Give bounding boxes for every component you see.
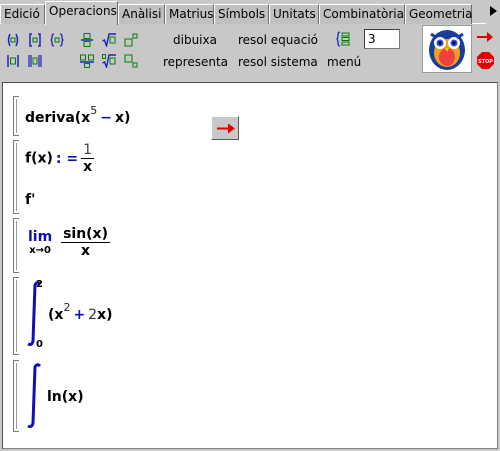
integral1-upper: 2	[36, 279, 43, 290]
integral1-coef: 2	[88, 307, 98, 323]
integral-sign-icon	[27, 363, 42, 429]
execute-arrow-icon	[217, 123, 235, 134]
parens-icon[interactable]	[6, 33, 20, 47]
resol-equacio-button[interactable]: resol equació	[238, 33, 318, 47]
worksheet-area: deriva(x5− x) f(x): = 1 x f' lim x→0 sin(x)…	[0, 78, 500, 451]
deriva-expression: deriva(x5− x)	[25, 104, 131, 126]
fdef-lhs: f(x)	[25, 150, 53, 167]
deriva-exponent: 5	[90, 104, 98, 117]
fdef-fraction: 1x	[81, 142, 95, 175]
integral-sign-icon	[27, 281, 42, 347]
block-bracket	[13, 360, 19, 432]
deriva-minus: −	[100, 110, 112, 126]
subscript-fraction-icon[interactable]	[80, 54, 94, 68]
sqrt-icon[interactable]	[102, 33, 116, 47]
tab-geometria[interactable]: Geometria	[405, 4, 472, 24]
representa-button[interactable]: representa	[163, 55, 228, 69]
svg-text:STOP: STOP	[478, 59, 493, 65]
fdef-assign: : =	[55, 150, 79, 167]
fdef-den: x	[83, 159, 93, 175]
tab-operacions[interactable]: Operacions	[45, 1, 118, 25]
toolbar: dibuixa resol equació representa resol s…	[0, 25, 500, 77]
brackets-icon[interactable]	[28, 33, 42, 47]
power-icon[interactable]	[124, 33, 138, 47]
deriva-tail: x)	[114, 110, 131, 126]
deriva-func: deriva	[25, 110, 75, 126]
fprime-expression: f'	[25, 192, 36, 208]
precision-input[interactable]: 3	[364, 29, 400, 49]
tab-scroll-right-icon[interactable]	[486, 0, 500, 24]
logo-owl-icon	[422, 25, 472, 73]
block-bracket	[13, 277, 19, 355]
expression-block-integral-definite[interactable]: 2 0 (x2 +2x)	[13, 277, 143, 355]
integral1-exponent: 2	[63, 301, 71, 314]
tab-simbols[interactable]: Símbols	[214, 4, 269, 24]
menu-button[interactable]: menú	[327, 55, 361, 69]
tab-bar: Edició Operacions Anàlisi Matrius Símbol…	[0, 0, 500, 25]
stop-icon[interactable]: STOP	[477, 52, 494, 69]
expression-block-function[interactable]: f(x): = 1 x f'	[13, 140, 133, 214]
fdef-expression: f(x): = 1 x	[25, 142, 95, 175]
expression-block-limit[interactable]: lim x→0 sin(x) x	[13, 218, 133, 273]
integral1-plus: +	[73, 307, 86, 323]
list-icon[interactable]	[336, 31, 352, 47]
tab-combinatoria[interactable]: Combinatòria	[319, 4, 405, 24]
dibuixa-button[interactable]: dibuixa	[173, 33, 217, 47]
expression-block-deriva[interactable]: deriva(x5− x)	[13, 96, 243, 140]
expression-block-integral-indefinite[interactable]: ln(x)	[13, 360, 113, 432]
fdef-num: 1	[81, 142, 95, 159]
tab-analisi[interactable]: Anàlisi	[118, 4, 165, 24]
braces-icon[interactable]	[50, 33, 64, 47]
worksheet-canvas[interactable]: deriva(x5− x) f(x): = 1 x f' lim x→0 sin(x)…	[2, 82, 498, 449]
limit-num: sin(x)	[61, 226, 110, 243]
block-bracket	[13, 96, 19, 136]
tab-matrius[interactable]: Matrius	[165, 4, 214, 24]
resol-sistema-button[interactable]: resol sistema	[238, 55, 318, 69]
limit-lim: lim	[28, 229, 53, 245]
subscript-icon[interactable]	[124, 54, 138, 68]
limit-den: x	[81, 243, 91, 259]
tab-edicio[interactable]: Edició	[0, 4, 45, 24]
integral2-body: ln(x)	[47, 389, 84, 405]
block-bracket	[13, 140, 19, 214]
double-bar-icon[interactable]	[28, 54, 42, 68]
integral1-open: (x	[48, 307, 64, 323]
limit-fraction: sin(x) x	[61, 226, 110, 259]
tab-unitats[interactable]: Unitats	[269, 4, 319, 24]
limit-sub: x→0	[29, 245, 51, 256]
integral1-body: (x2 +2x)	[48, 301, 113, 323]
limit-expression: lim x→0 sin(x) x	[28, 226, 110, 259]
deriva-open: (x	[74, 110, 91, 126]
execute-button[interactable]	[211, 116, 239, 140]
integral1-lower: 0	[36, 339, 43, 350]
abs-icon[interactable]	[6, 54, 20, 68]
fraction-icon[interactable]	[80, 33, 94, 47]
block-bracket	[13, 218, 19, 273]
go-arrow-icon[interactable]	[477, 31, 493, 43]
integral1-tail: x)	[97, 307, 113, 323]
nth-root-icon[interactable]	[102, 54, 116, 68]
